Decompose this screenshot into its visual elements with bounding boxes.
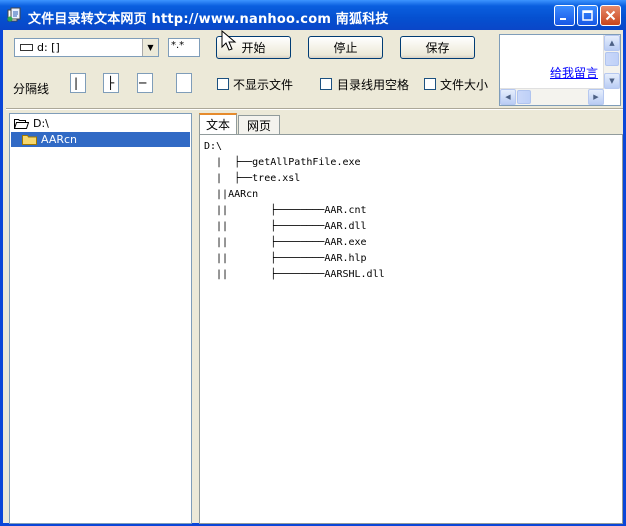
message-panel-vertical-scrollbar[interactable]: ▲ ▼	[603, 35, 620, 89]
tree-root-label: D:\	[33, 116, 49, 130]
space-dirlines-label: 目录线用空格	[337, 78, 410, 92]
output-line: || ├────────AAR.cnt	[204, 205, 367, 216]
scroll-right-icon[interactable]: ▶	[588, 89, 604, 105]
maximize-button[interactable]	[577, 5, 598, 26]
output-line: || ├────────AAR.dll	[204, 221, 367, 232]
file-size-label: 文件大小	[440, 78, 489, 92]
horizontal-scroll-thumb[interactable]	[517, 90, 531, 104]
output-line: ||AARcn	[204, 189, 259, 200]
output-line: | ├──tree.xsl	[204, 173, 301, 184]
vertical-scroll-thumb[interactable]	[605, 52, 619, 66]
window-title: 文件目录转文本网页 http://www.nanhoo.com 南狐科技	[28, 12, 389, 27]
tab-webpage[interactable]: 网页	[238, 115, 280, 134]
tree-item-aarcn[interactable]: AARcn	[22, 131, 77, 147]
minimize-icon	[560, 18, 566, 20]
output-line: || ├────────AARSHL.dll	[204, 269, 385, 280]
tree-text-output: D:\ | ├──getAllPathFile.exe | ├──tree.xs…	[204, 139, 385, 283]
output-line: | ├──getAllPathFile.exe	[204, 157, 361, 168]
tab-text[interactable]: 文本	[199, 113, 237, 134]
separator-input-vertical[interactable]: |	[70, 73, 86, 93]
app-icon	[7, 7, 21, 22]
main-window: 文件目录转文本网页 http://www.nanhoo.com 南狐科技 d: …	[0, 0, 626, 526]
scroll-up-icon[interactable]: ▲	[604, 35, 620, 51]
drive-icon	[20, 44, 33, 51]
mouse-cursor-icon	[221, 30, 237, 51]
tree-item-label: AARcn	[41, 132, 78, 146]
file-size-checkbox[interactable]	[424, 78, 436, 90]
leave-message-link[interactable]: 给我留言	[550, 64, 598, 81]
text-output[interactable]: D:\ | ├──getAllPathFile.exe | ├──tree.xs…	[199, 134, 623, 524]
close-button[interactable]	[600, 5, 621, 26]
separator-input-extra[interactable]	[176, 73, 192, 93]
drive-select-value: d: []	[37, 41, 60, 54]
maximize-icon	[582, 10, 593, 21]
folder-open-icon	[14, 118, 29, 129]
scroll-left-icon[interactable]: ◀	[500, 89, 516, 105]
stop-button[interactable]: 停止	[308, 36, 383, 59]
filter-input[interactable]: *.*	[168, 38, 200, 57]
scroll-down-icon[interactable]: ▼	[604, 73, 620, 89]
output-tabs: 文本 网页	[199, 113, 623, 135]
chevron-down-icon[interactable]: ▼	[142, 39, 158, 56]
message-panel-horizontal-scrollbar[interactable]: ◀ ▶	[500, 88, 604, 105]
save-button[interactable]: 保存	[400, 36, 475, 59]
output-line: || ├────────AAR.hlp	[204, 253, 367, 264]
hide-files-checkbox[interactable]	[217, 78, 229, 90]
tree-root[interactable]: D:\	[14, 115, 49, 131]
message-panel: 给我留言 ▲ ▼ ◀ ▶	[499, 34, 621, 106]
space-dirlines-checkbox[interactable]	[320, 78, 332, 90]
output-line: D:\	[204, 141, 223, 152]
toolbar-divider	[6, 108, 623, 110]
title-bar[interactable]: 文件目录转文本网页 http://www.nanhoo.com 南狐科技	[0, 0, 626, 30]
folder-icon	[22, 134, 37, 145]
minimize-button[interactable]	[554, 5, 575, 26]
separator-input-branch[interactable]: ├	[103, 73, 119, 93]
hide-files-label: 不显示文件	[233, 78, 294, 92]
output-line: || ├────────AAR.exe	[204, 237, 367, 248]
separator-input-horizontal[interactable]: ─	[137, 73, 153, 93]
close-icon	[605, 10, 616, 21]
drive-select[interactable]: d: [] ▼	[14, 38, 159, 57]
separator-label: 分隔线	[13, 82, 50, 96]
directory-tree[interactable]: D:\ AARcn	[9, 113, 192, 524]
